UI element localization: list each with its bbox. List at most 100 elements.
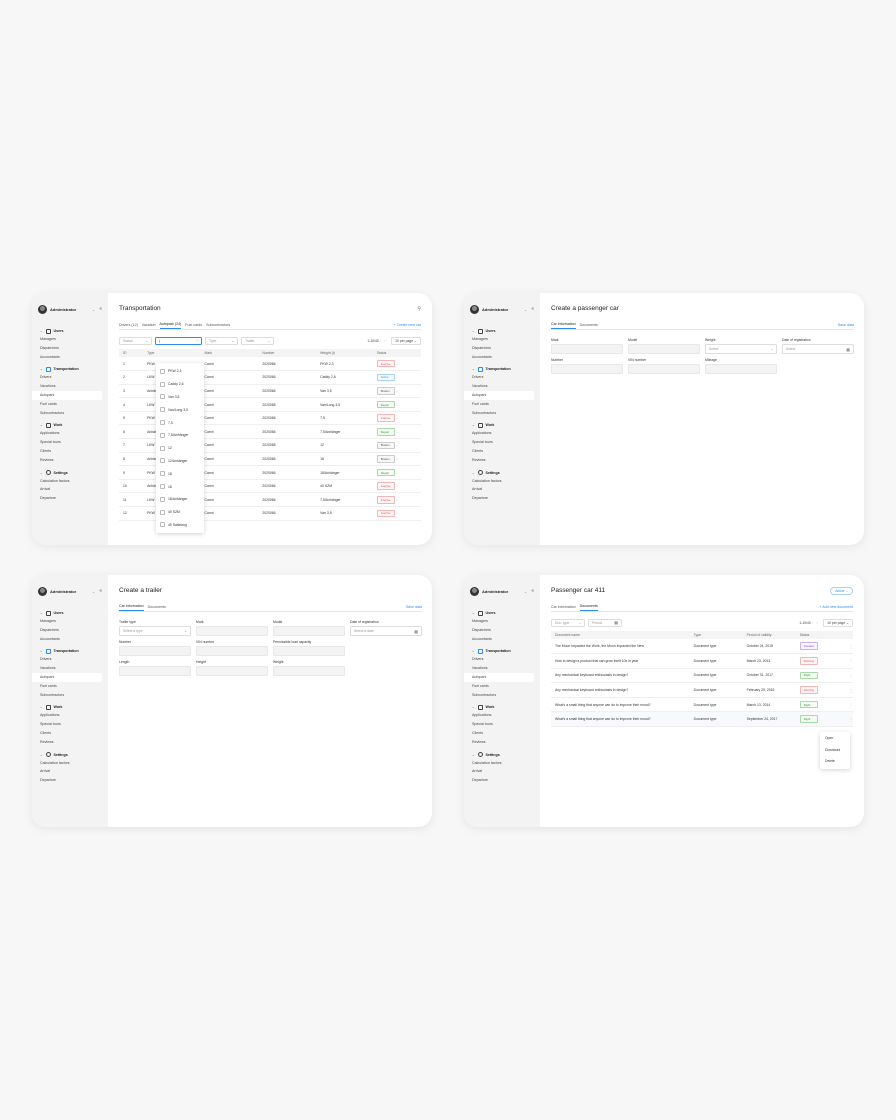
sidebar-item-arrival[interactable]: Arrival	[464, 485, 540, 494]
sidebar-section-work[interactable]: ⌄ Work	[32, 421, 108, 429]
sidebar-item-subcontractors[interactable]: Subcontractors	[32, 691, 108, 700]
checkbox[interactable]	[160, 484, 165, 490]
sidebar-section-users[interactable]: ⌄ Users	[464, 327, 540, 335]
sidebar-section-settings[interactable]: ⌄ Settings	[32, 751, 108, 759]
more-icon[interactable]: ⋮	[849, 644, 853, 649]
permissible-load-capacity-input[interactable]	[273, 646, 345, 656]
trailer-type-input[interactable]: Select a type ⌄	[119, 626, 191, 636]
sidebar-section-work[interactable]: ⌄ Work	[464, 421, 540, 429]
more-icon[interactable]: ⋮	[849, 688, 853, 693]
more-icon[interactable]: ⋮	[849, 658, 853, 663]
tab-drivers-12-[interactable]: Drivers (12)	[119, 323, 138, 329]
tab-vacation[interactable]: Vacation	[142, 323, 156, 329]
more-icon[interactable]: ⋮	[849, 673, 853, 678]
sidebar-item-vacations[interactable]: Vacations	[464, 664, 540, 673]
sidebar-item-dispatchers[interactable]: Dispatchers	[464, 626, 540, 635]
sidebar-item-vacations[interactable]: Vacations	[32, 382, 108, 391]
checkbox[interactable]	[160, 407, 165, 413]
sidebar-item-calculation-factors[interactable]: Calculation factors	[32, 477, 108, 486]
sidebar-item-reviews[interactable]: Reviews	[32, 738, 108, 747]
tab-documents[interactable]: Documents	[580, 323, 598, 329]
dropdown-option[interactable]: 40 Sattelzug	[156, 519, 204, 532]
tab-documents[interactable]: Documents	[579, 604, 598, 611]
sidebar-item-autopark[interactable]: Autopark	[32, 390, 102, 400]
sidebar-item-managers[interactable]: Managers	[464, 617, 540, 626]
mark-input[interactable]	[551, 344, 623, 354]
add-document-button[interactable]: + Add new document	[819, 605, 853, 609]
sidebar-item-accountants[interactable]: Accountants	[464, 635, 540, 644]
column-header[interactable]: Status	[795, 631, 845, 639]
mark-input[interactable]	[196, 626, 268, 636]
sidebar-item-fuel-cards[interactable]: Fuel cards	[464, 682, 540, 691]
sidebar-item-accountants[interactable]: Accountants	[32, 635, 108, 644]
sidebar-item-departure[interactable]: Departure	[32, 776, 108, 785]
checkbox[interactable]	[160, 522, 165, 528]
dropdown-option[interactable]: 12/Anhänger	[156, 455, 204, 468]
sidebar-item-drivers[interactable]: Drivers	[32, 373, 108, 382]
tab-fuel-cards[interactable]: Fuel cards	[185, 323, 202, 329]
dropdown-option[interactable]: 18/Anhänger	[156, 493, 204, 506]
sidebar-item-applications[interactable]: Applications	[464, 711, 540, 720]
sidebar-item-applications[interactable]: Applications	[32, 711, 108, 720]
dropdown-option[interactable]: 12	[156, 442, 204, 455]
sidebar-item-calculation-factors[interactable]: Calculation factors	[32, 759, 108, 768]
sidebar-item-autopark[interactable]: Autopark	[464, 390, 534, 400]
prev-page-icon[interactable]: ‹	[380, 339, 381, 343]
sidebar-item-autopark[interactable]: Autopark	[32, 672, 102, 682]
user-header[interactable]: Administrator ⌄ «	[32, 303, 108, 315]
sidebar-item-special-tours[interactable]: Special tours	[464, 720, 540, 729]
sidebar-section-transportation[interactable]: ⌄ Transportation	[32, 647, 108, 655]
table-row[interactable]: What's a small thing that anyone can do …	[551, 711, 853, 728]
chevron-down-icon[interactable]: ⌄	[92, 307, 95, 312]
sidebar-item-subcontractors[interactable]: Subcontractors	[464, 409, 540, 418]
sidebar-item-dispatchers[interactable]: Dispatchers	[464, 344, 540, 353]
sidebar-item-fuel-cards[interactable]: Fuel cards	[32, 400, 108, 409]
vin-number-input[interactable]	[628, 364, 700, 374]
user-header[interactable]: Administrator ⌄ «	[32, 585, 108, 597]
sidebar-item-special-tours[interactable]: Special tours	[32, 438, 108, 447]
user-header[interactable]: Administrator ⌄ «	[464, 303, 540, 315]
vin-number-input[interactable]	[196, 646, 268, 656]
column-header[interactable]: ID	[119, 349, 144, 357]
per-page-select[interactable]: 10 per page ⌄	[391, 336, 421, 345]
sidebar-section-settings[interactable]: ⌄ Settings	[464, 469, 540, 477]
sidebar-item-dispatchers[interactable]: Dispatchers	[32, 626, 108, 635]
sidebar-item-vacations[interactable]: Vacations	[464, 382, 540, 391]
sidebar-item-fuel-cards[interactable]: Fuel cards	[464, 400, 540, 409]
weight-search-input[interactable]: | ^	[155, 336, 202, 345]
search-icon[interactable]: ⚲	[417, 306, 421, 312]
menu-item-open[interactable]: Open	[820, 733, 850, 745]
sidebar-item-managers[interactable]: Managers	[32, 335, 108, 344]
mileage-input[interactable]	[705, 364, 777, 374]
tab-autopark-24-[interactable]: Autopark (24)	[159, 322, 182, 329]
date-of-registration-input[interactable]: Select ▦	[782, 344, 854, 354]
status-select[interactable]: Active ⌄	[830, 587, 853, 595]
number-input[interactable]	[551, 364, 623, 374]
tab-car-information[interactable]: Car information	[119, 604, 144, 611]
dropdown-option[interactable]: Caddy 2,6	[156, 378, 204, 391]
sidebar-section-transportation[interactable]: ⌄ Transportation	[464, 647, 540, 655]
sidebar-section-users[interactable]: ⌄ Users	[32, 327, 108, 335]
collapse-icon[interactable]: «	[531, 306, 534, 312]
more-icon[interactable]: ⋮	[849, 717, 853, 722]
more-icon[interactable]: ⋮	[849, 702, 853, 707]
date-of-registration-input[interactable]: Select a date ▦	[350, 626, 422, 636]
sidebar-item-special-tours[interactable]: Special tours	[32, 720, 108, 729]
sidebar-section-work[interactable]: ⌄ Work	[32, 703, 108, 711]
dropdown-option[interactable]: Van 3,5	[156, 391, 204, 404]
column-header[interactable]: Document name	[551, 631, 690, 639]
next-page-icon[interactable]: ›	[384, 339, 385, 343]
checkbox[interactable]	[160, 471, 165, 477]
table-row[interactable]: What's a small thing that anyone can do …	[551, 697, 853, 713]
sidebar-item-managers[interactable]: Managers	[32, 617, 108, 626]
checkbox[interactable]	[160, 420, 165, 426]
sidebar-item-accountants[interactable]: Accountants	[32, 353, 108, 362]
collapse-icon[interactable]: «	[531, 588, 534, 594]
dropdown-option[interactable]: 18	[156, 467, 204, 480]
chevron-down-icon[interactable]: ⌄	[92, 589, 95, 594]
sidebar-item-drivers[interactable]: Drivers	[32, 655, 108, 664]
column-header[interactable]: Type	[689, 631, 743, 639]
sidebar-item-autopark[interactable]: Autopark	[464, 672, 534, 682]
collapse-icon[interactable]: «	[99, 306, 102, 312]
create-car-button[interactable]: + Create new car	[394, 323, 421, 327]
